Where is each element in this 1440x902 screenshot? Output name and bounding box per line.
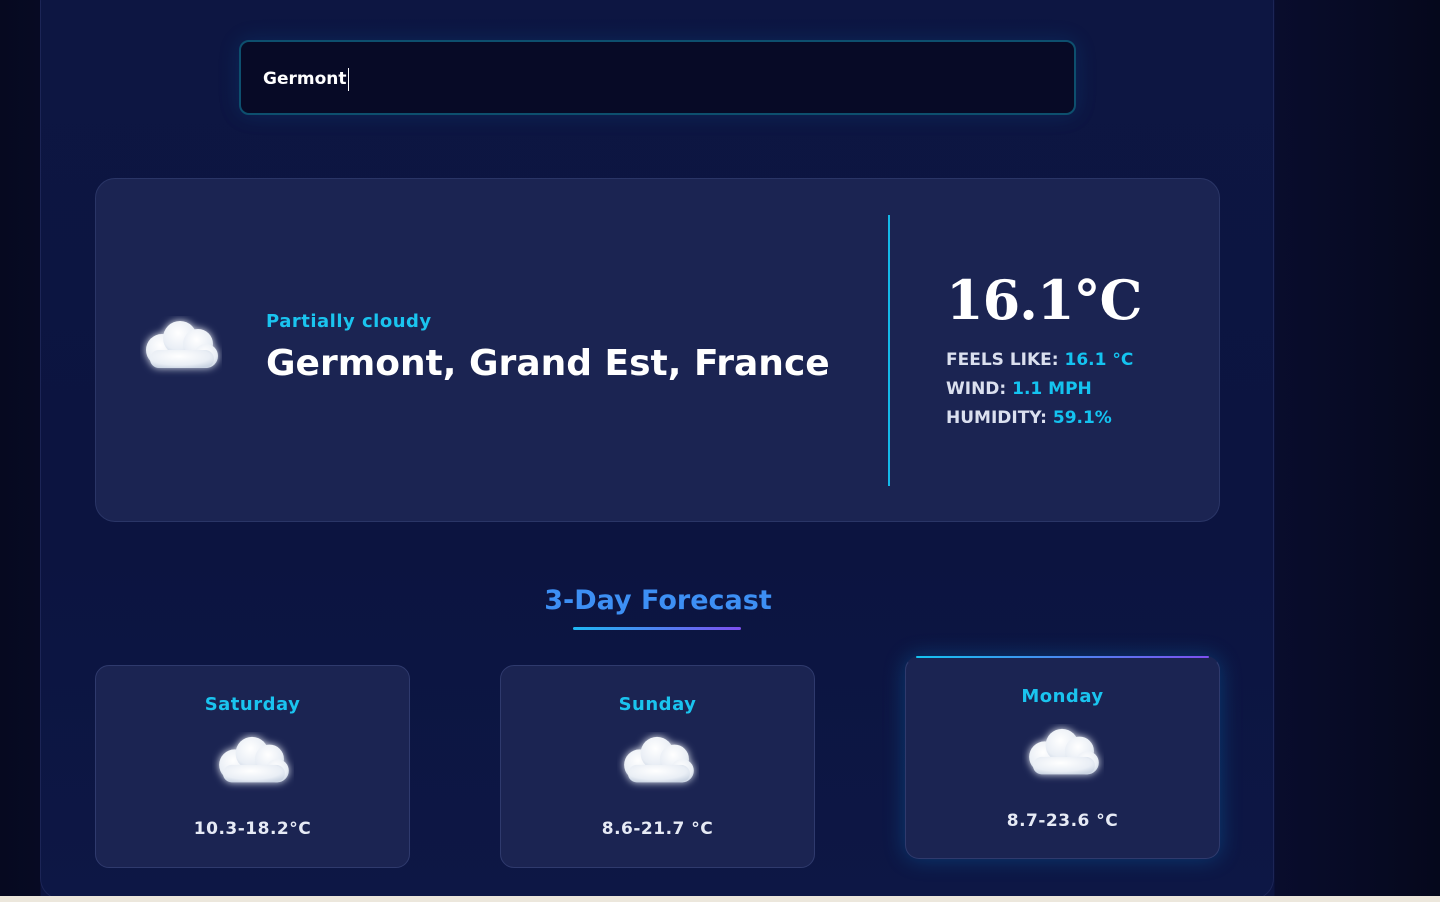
- search-box[interactable]: Germont: [239, 40, 1076, 115]
- cloud-icon: [146, 321, 218, 368]
- forecast-day-name: Saturday: [204, 694, 301, 715]
- cloud-icon: [219, 736, 289, 783]
- current-temperature: 16.1°C: [946, 268, 1142, 332]
- cloud-icon: [1029, 728, 1099, 775]
- page: Germont Partially cloudy Germont, Grand …: [0, 0, 1440, 902]
- wind-value: 1.1 MPH: [1012, 379, 1092, 399]
- search-input[interactable]: Germont: [263, 66, 1043, 92]
- forecast-title: 3-Day Forecast: [544, 585, 772, 616]
- feels-like-value: 16.1 °C: [1064, 350, 1134, 370]
- feels-like-stat: FEELS LIKE: 16.1 °C: [946, 350, 1133, 370]
- forecast-title-underline: [573, 627, 741, 630]
- wind-label: WIND:: [946, 379, 1007, 399]
- forecast-day-name: Monday: [1021, 686, 1104, 707]
- humidity-label: HUMIDITY:: [946, 408, 1047, 428]
- humidity-value: 59.1%: [1052, 408, 1112, 428]
- text-caret: [347, 67, 349, 91]
- forecast-temp-range: 8.6-21.7 °C: [601, 819, 714, 839]
- forecast-temp-range: 8.7-23.6 °C: [1006, 811, 1119, 831]
- feels-like-label: FEELS LIKE:: [946, 350, 1059, 370]
- forecast-card-monday[interactable]: Monday 8.7-23.6 °C: [905, 656, 1220, 859]
- wind-stat: WIND: 1.1 MPH: [946, 379, 1092, 399]
- forecast-card-saturday[interactable]: Saturday 10.3-18.2°C: [95, 665, 410, 868]
- card-highlight-line: [916, 656, 1209, 658]
- cloud-icon: [624, 736, 694, 783]
- location-name: Germont, Grand Est, France: [266, 343, 830, 384]
- forecast-temp-range: 10.3-18.2°C: [193, 819, 312, 839]
- search-input-value[interactable]: Germont: [263, 69, 347, 89]
- forecast-card-sunday[interactable]: Sunday 8.6-21.7 °C: [500, 665, 815, 868]
- weather-condition: Partially cloudy: [266, 311, 432, 332]
- vertical-divider: [888, 215, 890, 486]
- forecast-day-name: Sunday: [618, 694, 697, 715]
- bottom-strip: [0, 896, 1440, 902]
- humidity-stat: HUMIDITY: 59.1%: [946, 408, 1112, 428]
